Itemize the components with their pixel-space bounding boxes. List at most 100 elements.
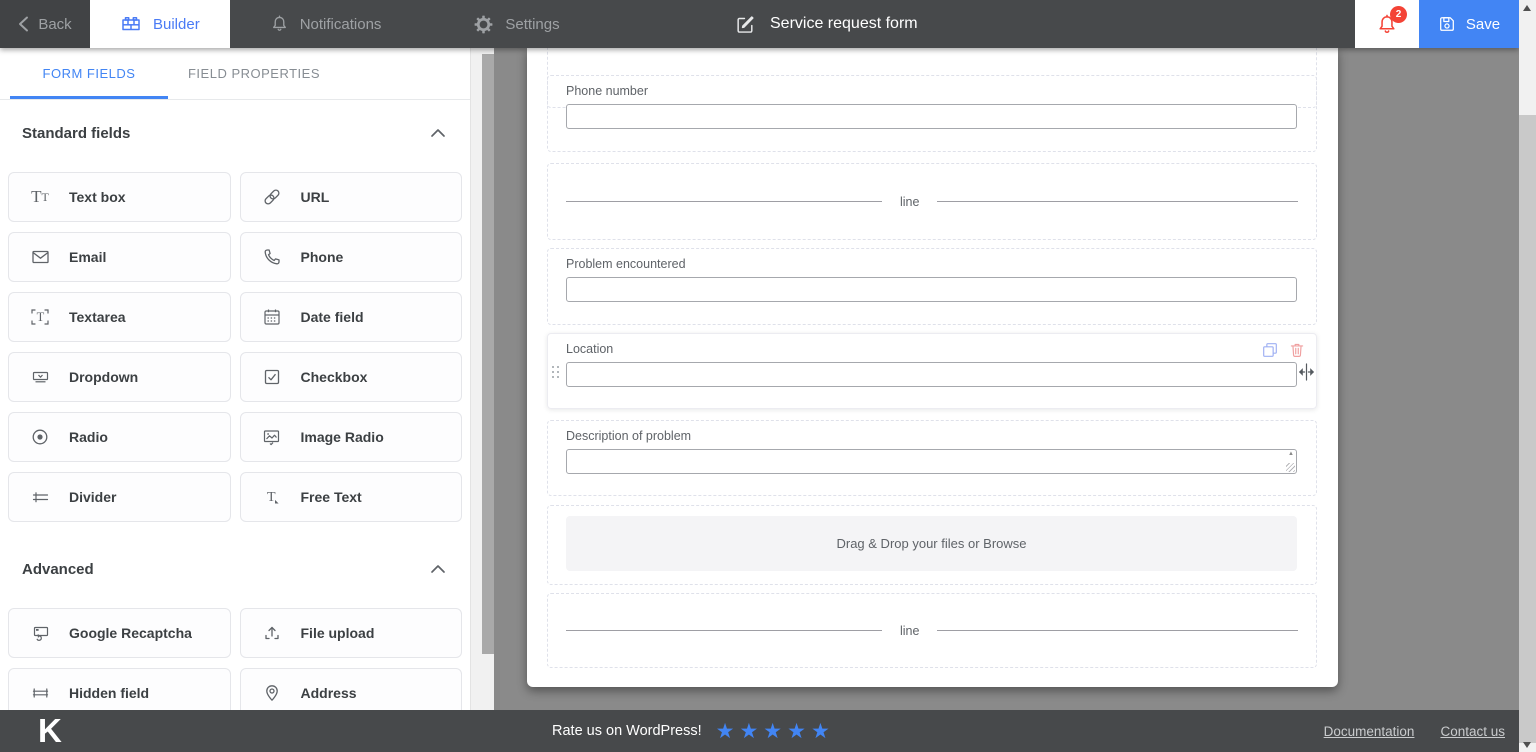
textarea-icon: T — [27, 306, 53, 328]
field-item-label: Date field — [300, 309, 364, 325]
star-icon[interactable]: ★ — [739, 721, 758, 742]
map-pin-icon — [259, 682, 285, 704]
radio-icon — [27, 426, 53, 448]
svg-text:T: T — [267, 490, 276, 505]
divider-line: line — [548, 164, 1316, 239]
section-advanced[interactable]: Advanced — [0, 546, 470, 592]
form-title-group: Service request form — [735, 0, 918, 48]
form-block-description[interactable]: Description of problem ▲ — [547, 420, 1317, 496]
field-item-label: Checkbox — [300, 369, 368, 385]
form-block-phone-number[interactable]: Phone number — [547, 75, 1317, 152]
resize-width-handle-icon[interactable] — [1299, 361, 1314, 383]
form-block-divider-1[interactable]: line — [547, 163, 1317, 240]
trash-icon[interactable] — [1288, 341, 1306, 359]
notifications-bell-button[interactable]: 2 — [1355, 0, 1419, 48]
field-item-phone[interactable]: Phone — [239, 232, 462, 282]
field-item-label: Textarea — [69, 309, 126, 325]
field-item-hidden-field[interactable]: Hidden field — [8, 668, 231, 710]
divider-text: line — [900, 623, 920, 638]
textarea-resize-grip-icon[interactable] — [1286, 463, 1295, 472]
field-item-label: Image Radio — [300, 429, 384, 445]
rate-group: Rate us on WordPress! ★ ★ ★ ★ ★ — [552, 710, 830, 752]
section-title: Advanced — [22, 560, 94, 578]
image-radio-icon — [259, 426, 285, 448]
scroll-down-arrow-icon[interactable] — [1523, 742, 1531, 748]
form-block-divider-2[interactable]: line — [547, 593, 1317, 668]
phone-number-input[interactable] — [566, 104, 1297, 129]
field-item-label: Phone — [300, 249, 344, 265]
phone-icon — [259, 246, 285, 268]
field-item-radio[interactable]: Radio — [8, 412, 231, 462]
divider-text: line — [900, 194, 920, 209]
hidden-field-icon — [27, 682, 53, 704]
field-item-recaptcha[interactable]: Google Recaptcha — [8, 608, 231, 658]
page-scrollbar[interactable] — [1519, 0, 1536, 752]
save-button[interactable]: Save — [1419, 0, 1519, 48]
field-item-checkbox[interactable]: Checkbox — [239, 352, 462, 402]
field-item-text-box[interactable]: TT Text box — [8, 172, 231, 222]
tab-builder[interactable]: Builder — [90, 0, 230, 48]
field-actions — [1261, 341, 1306, 359]
tab-form-fields[interactable]: FORM FIELDS — [10, 48, 168, 99]
tab-notifications[interactable]: Notifications — [244, 0, 408, 48]
star-icon[interactable]: ★ — [716, 721, 735, 742]
star-icon[interactable]: ★ — [787, 721, 806, 742]
divider-icon — [27, 486, 53, 508]
field-item-dropdown[interactable]: Dropdown — [8, 352, 231, 402]
star-icon[interactable]: ★ — [811, 721, 830, 742]
field-item-file-upload[interactable]: File upload — [239, 608, 462, 658]
tab-settings[interactable]: Settings — [447, 0, 585, 48]
checkbox-icon — [259, 366, 285, 388]
tab-settings-label: Settings — [505, 15, 560, 33]
recaptcha-icon — [27, 622, 53, 644]
dropdown-icon — [27, 366, 53, 388]
documentation-link[interactable]: Documentation — [1324, 724, 1415, 739]
divider-segment — [566, 630, 882, 631]
section-standard-fields[interactable]: Standard fields — [0, 110, 470, 156]
gear-icon — [474, 15, 493, 33]
form-card: Phone number line Problem encountered Lo… — [527, 48, 1338, 687]
description-textarea[interactable]: ▲ — [566, 449, 1297, 474]
calendar-icon — [259, 306, 285, 328]
stars: ★ ★ ★ ★ ★ — [716, 721, 830, 742]
tab-builder-label: Builder — [153, 15, 200, 33]
field-item-label: File upload — [300, 625, 375, 641]
tab-field-properties[interactable]: FIELD PROPERTIES — [168, 48, 340, 99]
sidebar-scrollbar-thumb[interactable] — [482, 54, 494, 654]
sidebar-tabs: FORM FIELDS FIELD PROPERTIES — [0, 48, 470, 100]
field-item-address[interactable]: Address — [239, 668, 462, 710]
field-item-free-text[interactable]: T Free Text — [239, 472, 462, 522]
sidebar: FORM FIELDS FIELD PROPERTIES Standard fi… — [0, 48, 470, 710]
duplicate-icon[interactable] — [1261, 341, 1279, 359]
field-item-date[interactable]: Date field — [239, 292, 462, 342]
free-text-icon: T — [259, 486, 285, 508]
field-item-textarea[interactable]: T Textarea — [8, 292, 231, 342]
star-icon[interactable]: ★ — [763, 721, 782, 742]
sidebar-scrollbar[interactable] — [470, 48, 494, 710]
field-item-image-radio[interactable]: Image Radio — [239, 412, 462, 462]
kali-forms-logo[interactable]: K — [38, 712, 62, 750]
field-item-email[interactable]: Email — [8, 232, 231, 282]
contact-us-link[interactable]: Contact us — [1440, 724, 1505, 739]
form-block-file-upload[interactable]: Drag & Drop your files or Browse — [547, 505, 1317, 585]
save-label: Save — [1465, 15, 1501, 33]
edit-icon[interactable] — [735, 14, 756, 35]
form-title[interactable]: Service request form — [770, 15, 918, 33]
location-input[interactable] — [566, 362, 1297, 387]
problem-encountered-input[interactable] — [566, 277, 1297, 302]
back-label: Back — [38, 15, 72, 33]
drag-handle-icon[interactable] — [552, 366, 560, 383]
page-scrollbar-thumb[interactable] — [1519, 115, 1536, 743]
email-icon — [27, 246, 53, 268]
file-dropzone[interactable]: Drag & Drop your files or Browse — [566, 516, 1297, 571]
scroll-up-arrow-icon[interactable] — [1523, 5, 1531, 11]
field-item-url[interactable]: URL — [239, 172, 462, 222]
section-title: Standard fields — [22, 124, 131, 142]
field-item-label: URL — [300, 189, 330, 205]
field-item-divider[interactable]: Divider — [8, 472, 231, 522]
back-button[interactable]: Back — [0, 0, 90, 48]
chevron-up-icon — [431, 129, 445, 137]
form-block-problem-encountered[interactable]: Problem encountered — [547, 248, 1317, 325]
field-label: Phone number — [566, 84, 649, 98]
form-block-location[interactable]: Location — [547, 333, 1317, 409]
